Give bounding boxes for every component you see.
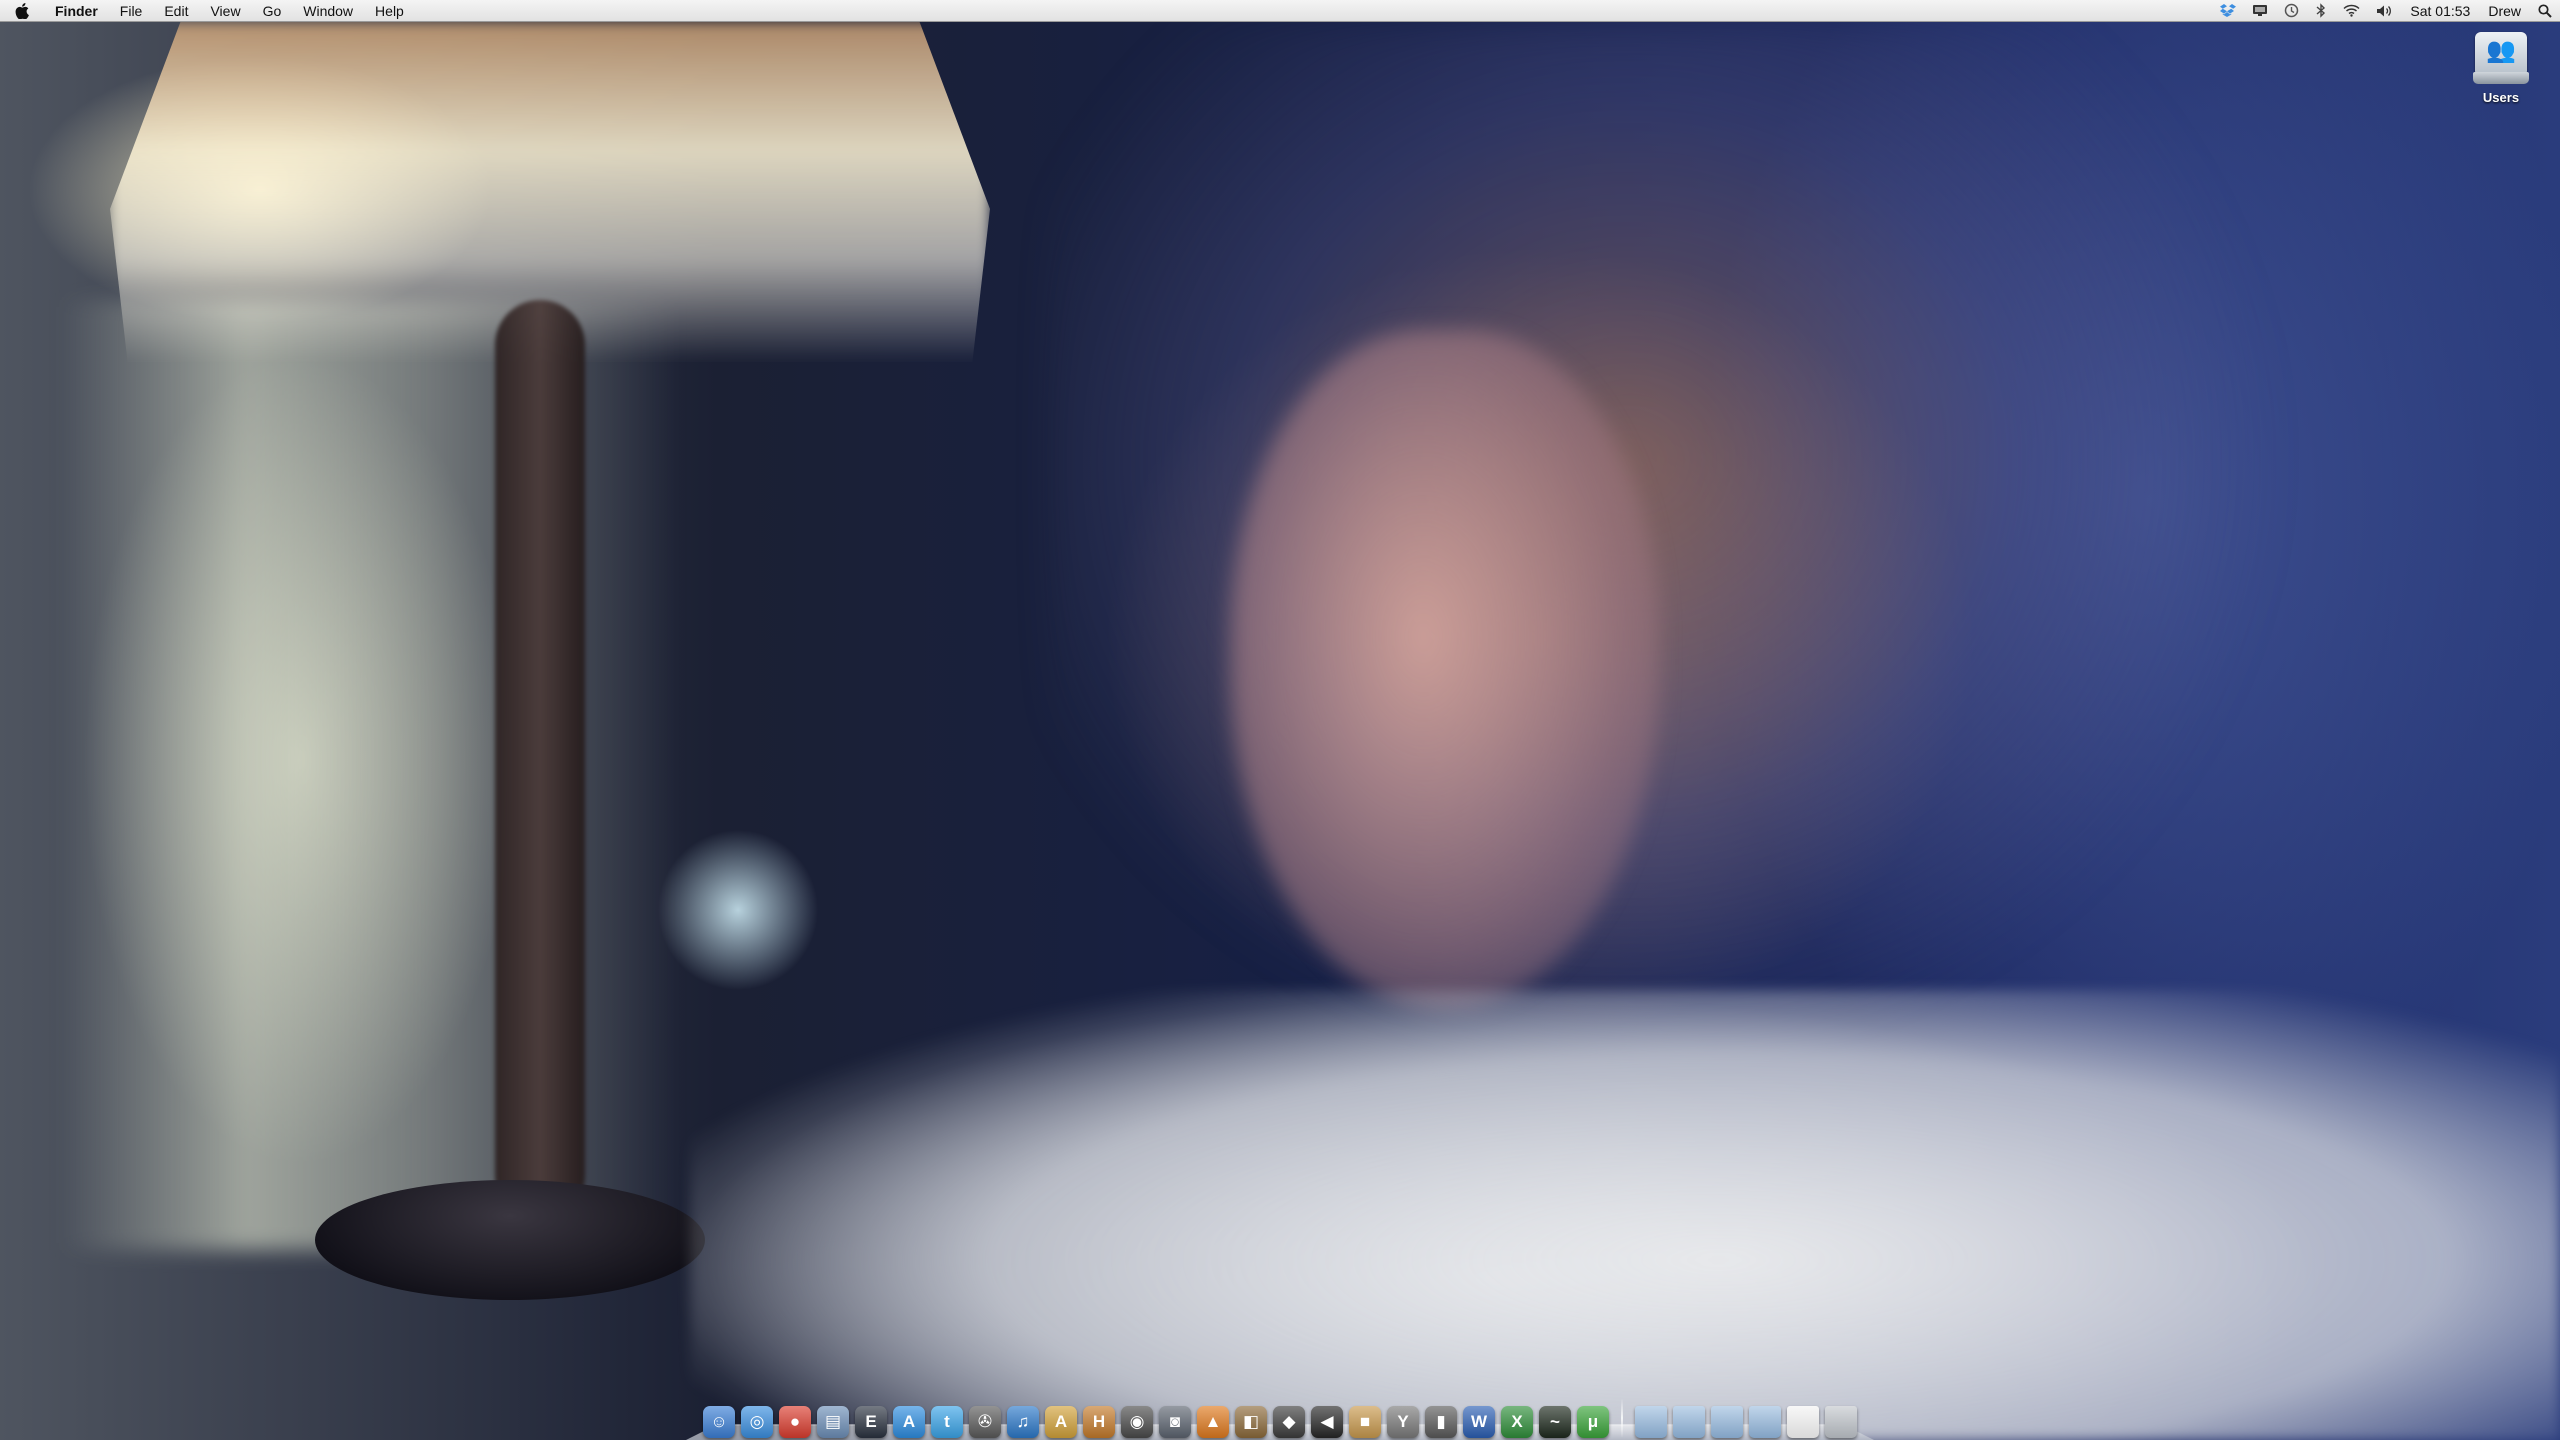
volume-status[interactable] <box>2368 4 2401 18</box>
wallpaper-face <box>1230 330 1660 1010</box>
display-icon <box>2253 5 2268 16</box>
menu-go[interactable]: Go <box>252 0 293 22</box>
dock-app-facetime[interactable]: ◙ <box>1159 1405 1191 1438</box>
wifi-status[interactable] <box>2335 4 2368 17</box>
archive-icon: ■ <box>1359 1411 1371 1431</box>
dvd-player-icon: ✇ <box>977 1411 993 1431</box>
menu-help[interactable]: Help <box>364 0 415 22</box>
dock-app-app-store[interactable]: A <box>893 1405 925 1438</box>
apple-icon <box>15 2 29 19</box>
dock-app-preview[interactable]: ▤ <box>817 1405 849 1438</box>
bluetooth-icon <box>2316 3 2326 18</box>
terminal-tool-icon: ◀ <box>1320 1411 1334 1431</box>
photo-viewer-icon: ◧ <box>1242 1411 1260 1431</box>
time-machine-icon <box>2285 3 2299 18</box>
instruments-icon: H <box>1092 1411 1106 1431</box>
dock-stack-documents-folder[interactable] <box>1673 1405 1705 1438</box>
display-status[interactable] <box>2244 4 2276 17</box>
wallpaper-sweater <box>690 990 2560 1440</box>
users-drive-icon: 👥 <box>2473 30 2529 86</box>
menu-file[interactable]: File <box>109 0 154 22</box>
wallpaper-lamp-base <box>315 1180 705 1300</box>
dock-app-aperture[interactable]: A <box>1045 1405 1077 1438</box>
dock: ☺ ◎ ● ▤ E At ✇ ♫ A H ◉ ◙ ▲ ◧ ◆ ◀ ■ Y ▮ W X ~ μ <box>686 1385 1874 1440</box>
dock-app-activity-monitor[interactable]: ~ <box>1539 1405 1571 1438</box>
menu-clock[interactable]: Sat 01:53 <box>2401 0 2479 22</box>
word-icon: W <box>1470 1411 1488 1431</box>
eve-online-icon: E <box>865 1411 877 1431</box>
desktop-icon-label: Users <box>2482 90 2520 105</box>
dock-app-photo-viewer[interactable]: ◧ <box>1235 1405 1267 1438</box>
dock-app-instruments[interactable]: H <box>1083 1405 1115 1438</box>
excel-icon: X <box>1511 1411 1523 1431</box>
utorrent-icon: μ <box>1587 1411 1599 1431</box>
tuxedo-icon: Y <box>1397 1411 1409 1431</box>
dock-app-safari[interactable]: ◎ <box>741 1405 773 1438</box>
dock-stack-mail-stack[interactable] <box>1787 1405 1819 1438</box>
finder-icon: ☺ <box>710 1411 728 1431</box>
volume-icon <box>2377 5 2392 16</box>
dropbox-status[interactable] <box>2212 3 2244 18</box>
wallpaper-lamp-stem <box>495 300 585 1220</box>
dock-stack-dropbox-folder[interactable] <box>1749 1405 1781 1438</box>
dock-app-script-editor[interactable]: ▮ <box>1425 1405 1457 1438</box>
dropbox-icon <box>2220 3 2237 17</box>
dock-stack-trash[interactable] <box>1825 1405 1857 1438</box>
dock-app-vlc[interactable]: ▲ <box>1197 1405 1229 1438</box>
menu-bar-left: Finder File Edit View Go Window Help <box>0 0 415 22</box>
twitter-icon: t <box>944 1411 950 1431</box>
menu-view[interactable]: View <box>199 0 251 22</box>
time-machine-status[interactable] <box>2276 3 2307 18</box>
dock-app-archive[interactable]: ■ <box>1349 1405 1381 1438</box>
dock-app-utility[interactable]: ◆ <box>1273 1405 1305 1438</box>
dock-app-dvd-player[interactable]: ✇ <box>969 1405 1001 1438</box>
spotlight-button[interactable] <box>2530 3 2560 18</box>
desktop-icon-users[interactable]: 👥 Users <box>2470 30 2532 105</box>
dock-app-tuxedo[interactable]: Y <box>1387 1405 1419 1438</box>
dock-app-chrome[interactable]: ● <box>779 1405 811 1438</box>
aperture-icon: A <box>1054 1411 1068 1431</box>
chrome-icon: ● <box>789 1411 801 1431</box>
dock-app-chat[interactable]: ◉ <box>1121 1405 1153 1438</box>
menu-app-finder[interactable]: Finder <box>44 0 109 22</box>
safari-icon: ◎ <box>749 1411 765 1431</box>
menu-user[interactable]: Drew <box>2479 0 2530 22</box>
menu-bar-right: Sat 01:53 Drew <box>2212 0 2560 22</box>
apple-menu[interactable] <box>0 2 44 19</box>
app-store-icon: A <box>902 1411 916 1431</box>
search-icon <box>2538 3 2552 18</box>
utility-icon: ◆ <box>1282 1411 1296 1431</box>
dock-app-itunes[interactable]: ♫ <box>1007 1405 1039 1438</box>
menu-edit[interactable]: Edit <box>153 0 199 22</box>
vlc-icon: ▲ <box>1204 1411 1222 1431</box>
activity-monitor-icon: ~ <box>1550 1411 1560 1431</box>
dock-app-word[interactable]: W <box>1463 1405 1495 1438</box>
dock-items: ☺ ◎ ● ▤ E At ✇ ♫ A H ◉ ◙ ▲ ◧ ◆ ◀ ■ Y ▮ W X ~ μ <box>703 1388 1857 1438</box>
menu-bar: Finder File Edit View Go Window Help Sat… <box>0 0 2560 22</box>
dock-divider <box>1621 1397 1623 1438</box>
dock-app-excel[interactable]: X <box>1501 1405 1533 1438</box>
dock-app-eve-online[interactable]: E <box>855 1405 887 1438</box>
dock-app-utorrent[interactable]: μ <box>1577 1405 1609 1438</box>
dock-stack-downloads-folder[interactable] <box>1711 1405 1743 1438</box>
bluetooth-status[interactable] <box>2307 3 2335 18</box>
facetime-icon: ◙ <box>1169 1411 1181 1431</box>
chat-icon: ◉ <box>1129 1411 1145 1431</box>
dock-stack-applications-folder[interactable] <box>1635 1405 1667 1438</box>
dock-app-terminal-tool[interactable]: ◀ <box>1311 1405 1343 1438</box>
dock-app-twitter[interactable]: t <box>931 1405 963 1438</box>
wifi-icon <box>2343 4 2360 17</box>
menu-window[interactable]: Window <box>292 0 364 22</box>
desktop: Finder File Edit View Go Window Help Sat… <box>0 0 2560 1440</box>
itunes-icon: ♫ <box>1016 1411 1030 1431</box>
preview-icon: ▤ <box>824 1411 842 1431</box>
dock-app-finder[interactable]: ☺ <box>703 1405 735 1438</box>
script-editor-icon: ▮ <box>1436 1411 1446 1431</box>
wallpaper-curtain <box>60 300 680 1250</box>
